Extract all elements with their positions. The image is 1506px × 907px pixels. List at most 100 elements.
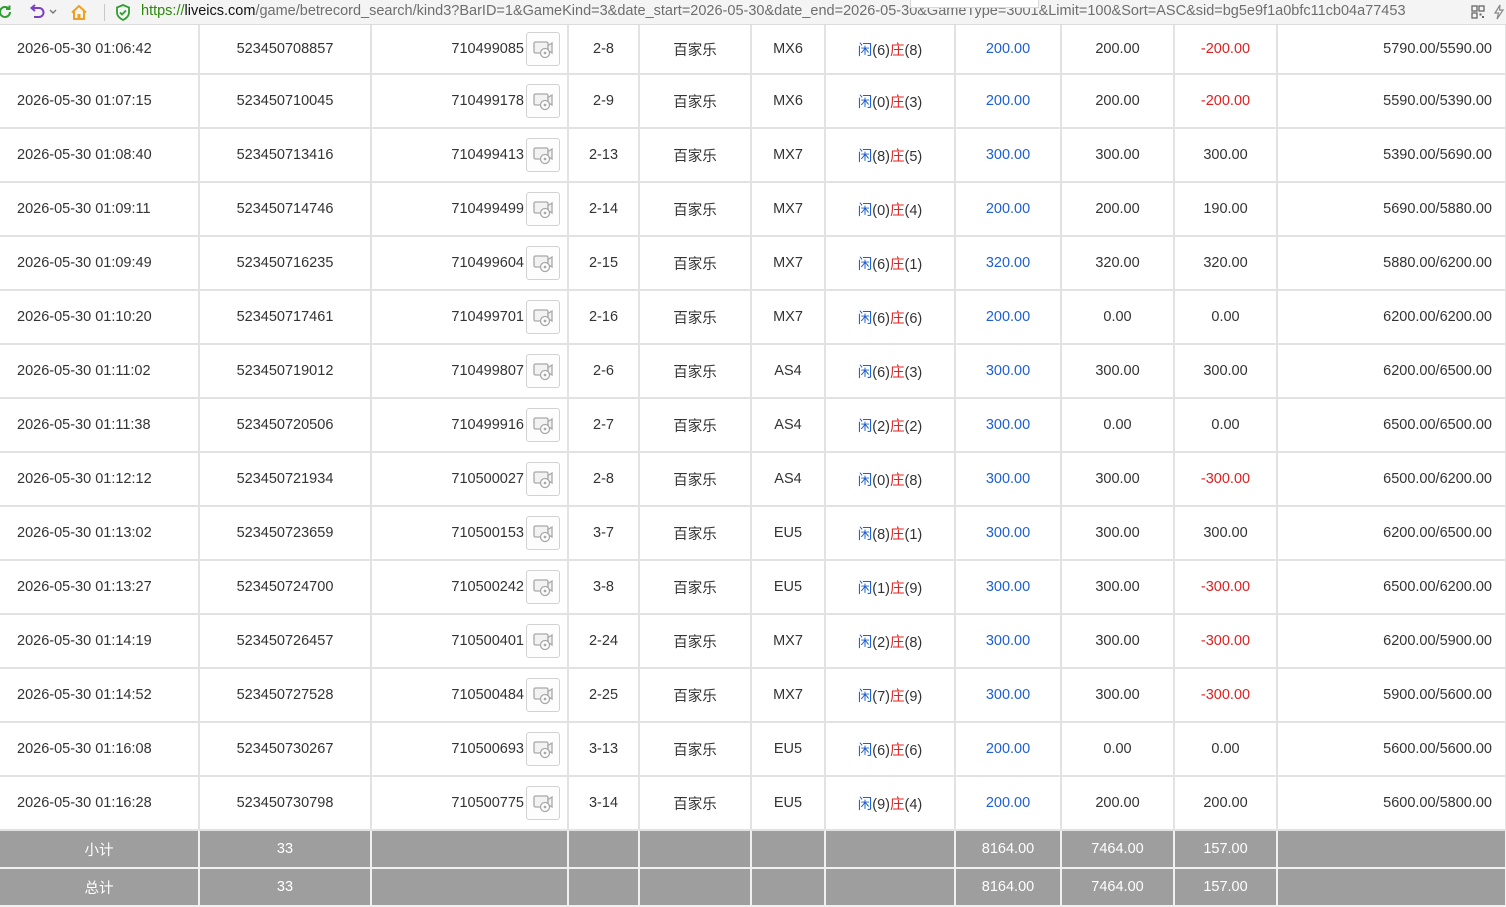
shoe-round: 2-24	[568, 614, 640, 669]
player-points: (6)	[872, 256, 890, 273]
banker-points: (8)	[904, 634, 923, 651]
video-replay-icon[interactable]	[526, 192, 560, 226]
balance: 5590.00/5390.00	[1277, 74, 1506, 129]
game-number-cell: 710500242	[371, 560, 569, 615]
game-number-cell: 710499916	[371, 398, 569, 453]
bet-time: 2026-05-30 01:11:38	[0, 398, 200, 453]
result-cell: 闲(6)庄(8)	[825, 25, 956, 75]
game-type: 百家乐	[639, 722, 752, 777]
table-code: AS4	[751, 398, 826, 453]
bet-number: 523450719012	[199, 344, 372, 399]
valid-amount: 200.00	[1061, 25, 1175, 75]
game-number-cell: 710500027	[371, 452, 569, 507]
banker-label: 庄	[890, 580, 905, 597]
balance: 5790.00/5590.00	[1277, 25, 1506, 75]
result-cell: 闲(7)庄(9)	[825, 668, 956, 723]
player-points: (8)	[872, 148, 890, 165]
shoe-round: 2-13	[568, 128, 640, 183]
player-points: (0)	[872, 94, 890, 111]
player-label: 闲	[857, 310, 873, 327]
player-label: 闲	[857, 796, 873, 813]
video-replay-icon[interactable]	[526, 570, 560, 604]
player-label: 闲	[857, 42, 873, 59]
bet-number: 523450720506	[199, 398, 372, 453]
video-replay-icon[interactable]	[526, 138, 560, 172]
video-replay-icon[interactable]	[526, 300, 560, 334]
game-number: 710500775	[451, 795, 524, 811]
bet-time: 2026-05-30 01:08:40	[0, 128, 200, 183]
lightning-icon[interactable]	[1490, 3, 1506, 21]
player-points: (1)	[872, 580, 890, 597]
table-row: 2026-05-30 01:09:11 523450714746 710499499…	[0, 182, 1506, 237]
secure-shield-icon[interactable]	[114, 3, 132, 21]
banker-points: (3)	[904, 94, 923, 111]
balance: 5600.00/5800.00	[1277, 776, 1506, 831]
video-replay-icon[interactable]	[526, 678, 560, 712]
table-row: 2026-05-30 01:10:20 523450717461 710499701…	[0, 290, 1506, 345]
game-number-cell: 710500484	[371, 668, 569, 723]
win-amount: -300.00	[1174, 560, 1278, 615]
shoe-round: 2-6	[568, 344, 640, 399]
bet-time: 2026-05-30 01:16:28	[0, 776, 200, 831]
bet-time: 2026-05-30 01:10:20	[0, 290, 200, 345]
video-replay-icon[interactable]	[526, 462, 560, 496]
win-amount: -200.00	[1174, 74, 1278, 129]
game-number: 710499604	[451, 255, 524, 271]
valid-amount: 0.00	[1061, 722, 1175, 777]
game-type: 百家乐	[639, 128, 752, 183]
player-label: 闲	[857, 634, 873, 651]
game-type: 百家乐	[639, 776, 752, 831]
qr-code-icon[interactable]	[1469, 3, 1487, 21]
video-replay-icon[interactable]	[526, 84, 560, 118]
chevron-down-icon[interactable]	[47, 3, 59, 21]
player-points: (6)	[872, 364, 890, 381]
address-bar[interactable]: https://liveics.com/game/betrecord_searc…	[141, 3, 1465, 19]
player-points: (0)	[872, 472, 890, 489]
win-amount: 300.00	[1174, 506, 1278, 561]
player-points: (6)	[872, 742, 890, 759]
tooltip-fragment	[910, 0, 1039, 8]
table-row: 2026-05-30 01:08:40 523450713416 710499413…	[0, 128, 1506, 183]
game-type: 百家乐	[639, 398, 752, 453]
video-replay-icon[interactable]	[526, 624, 560, 658]
bet-amount: 200.00	[955, 776, 1062, 831]
bet-number: 523450730798	[199, 776, 372, 831]
valid-amount: 300.00	[1061, 614, 1175, 669]
bet-time: 2026-05-30 01:09:11	[0, 182, 200, 237]
balance: 6200.00/6500.00	[1277, 344, 1506, 399]
table-row: 2026-05-30 01:11:38 523450720506 710499916…	[0, 398, 1506, 453]
win-amount: -200.00	[1174, 25, 1278, 75]
banker-label: 庄	[890, 202, 905, 219]
game-number-cell: 710499604	[371, 236, 569, 291]
banker-label: 庄	[890, 256, 905, 273]
player-label: 闲	[857, 580, 873, 597]
video-replay-icon[interactable]	[526, 32, 560, 66]
video-replay-icon[interactable]	[526, 246, 560, 280]
player-label: 闲	[857, 526, 873, 543]
bet-amount: 300.00	[955, 398, 1062, 453]
video-replay-icon[interactable]	[526, 408, 560, 442]
balance: 5900.00/5600.00	[1277, 668, 1506, 723]
valid-amount: 300.00	[1061, 128, 1175, 183]
win-amount: 190.00	[1174, 182, 1278, 237]
home-icon[interactable]	[70, 3, 88, 21]
banker-points: (8)	[904, 472, 923, 489]
bet-number: 523450726457	[199, 614, 372, 669]
game-number: 710500693	[451, 741, 524, 757]
game-type: 百家乐	[639, 452, 752, 507]
win-amount: -300.00	[1174, 452, 1278, 507]
valid-amount: 300.00	[1061, 344, 1175, 399]
video-replay-icon[interactable]	[526, 516, 560, 550]
game-number: 710500027	[451, 471, 524, 487]
undo-icon[interactable]	[28, 3, 46, 21]
shoe-round: 3-14	[568, 776, 640, 831]
game-number: 710500242	[451, 579, 524, 595]
refresh-icon[interactable]	[0, 3, 14, 21]
video-replay-icon[interactable]	[526, 354, 560, 388]
video-replay-icon[interactable]	[526, 786, 560, 820]
bet-number: 523450710045	[199, 74, 372, 129]
subtotal-row: 小计 33 8164.00 7464.00 157.00	[0, 830, 1506, 869]
game-number: 710499085	[451, 41, 524, 57]
valid-amount: 300.00	[1061, 452, 1175, 507]
video-replay-icon[interactable]	[526, 732, 560, 766]
